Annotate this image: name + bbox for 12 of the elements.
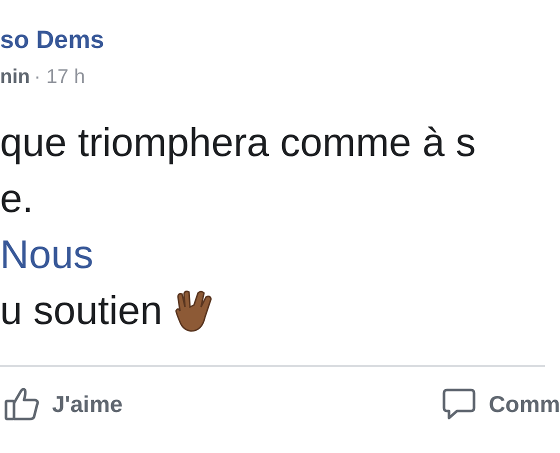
post-text: u soutien [0,288,162,335]
post-link[interactable]: Nous [0,227,94,283]
speech-bubble-icon [440,387,477,422]
author-role: nin [0,65,30,90]
comment-button[interactable]: Comm [440,387,560,422]
like-button[interactable]: J'aime [4,387,123,422]
thumbs-up-icon [4,387,40,422]
post-text: e. [0,176,34,223]
author-name[interactable]: so Dems [0,24,104,56]
hand-icon [174,289,214,333]
post-text: que triomphera comme à s [0,120,476,167]
post-time[interactable]: · 17 h [34,62,86,92]
